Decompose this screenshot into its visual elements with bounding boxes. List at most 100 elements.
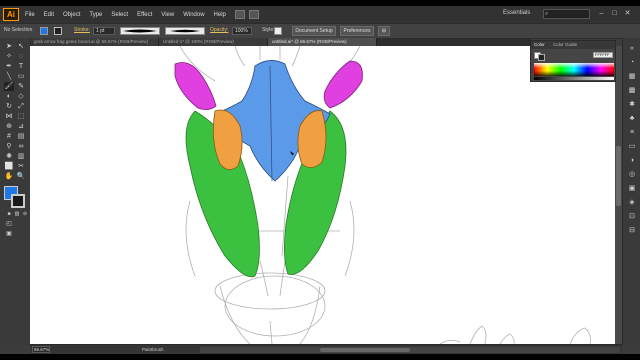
line-tool-icon[interactable]: ╲: [4, 72, 14, 81]
menu-file[interactable]: File: [25, 12, 35, 18]
lasso-icon[interactable]: ◌: [16, 52, 26, 61]
stroke-swatch[interactable]: [54, 27, 62, 35]
opacity-link[interactable]: Opacity:: [210, 27, 228, 33]
perspective-grid-icon[interactable]: ⊿: [16, 122, 26, 131]
menu-type[interactable]: Type: [89, 12, 102, 18]
tab-color[interactable]: Color: [534, 42, 545, 47]
current-tool-label: Paintbrush: [142, 347, 164, 352]
letterbox-top: [0, 0, 640, 6]
menu-view[interactable]: View: [161, 12, 174, 18]
menu-object[interactable]: Object: [63, 12, 80, 18]
magic-wand-icon[interactable]: ✧: [4, 52, 14, 61]
free-transform-icon[interactable]: ⬚: [16, 112, 26, 121]
right-dock: « ◔ ▦ ▩ ✱ ♣ ≡ ▭ ◑ ◎ ▣ ◈ ⊡ ⊟: [622, 38, 640, 345]
workspace-switcher[interactable]: Essentials: [503, 10, 530, 16]
stroke-link[interactable]: Stroke:: [74, 27, 90, 33]
arrange-documents-icon[interactable]: ⊞: [378, 26, 390, 36]
width-tool-icon[interactable]: ⋈: [4, 112, 14, 121]
vertical-scrollbar[interactable]: [615, 46, 622, 344]
rectangle-tool-icon[interactable]: ▭: [16, 72, 26, 81]
shape-builder-icon[interactable]: ⊕: [4, 122, 14, 131]
stroke-color-swatch[interactable]: [11, 194, 25, 208]
style-swatch[interactable]: [274, 27, 282, 35]
zoom-field[interactable]: 66.67%: [32, 346, 50, 353]
panel-stroke-swatch[interactable]: [538, 54, 545, 61]
none-mode-icon[interactable]: ⊘: [20, 210, 30, 219]
menu-window[interactable]: Window: [183, 12, 204, 18]
blend-tool-icon[interactable]: ∞: [16, 142, 26, 151]
bridge-icon[interactable]: [234, 10, 245, 19]
mesh-tool-icon[interactable]: #: [4, 132, 14, 141]
selection-tool-icon[interactable]: ➤: [4, 42, 14, 51]
pencil-tool-icon[interactable]: ✎: [16, 82, 26, 91]
fill-swatch[interactable]: [40, 27, 48, 35]
preferences-button[interactable]: Preferences: [340, 26, 374, 36]
illustrator-window: Ai File Edit Object Type Select Effect V…: [0, 0, 640, 360]
control-bar: No Selection Stroke: 1 pt Opacity: 100% …: [0, 23, 640, 39]
stroke-panel-icon[interactable]: ≡: [627, 128, 637, 137]
artboards-icon[interactable]: ⊡: [627, 212, 637, 221]
menu-help[interactable]: Help: [214, 12, 226, 18]
blob-brush-icon[interactable]: ◐: [4, 92, 14, 101]
search-input[interactable]: ⌕: [543, 9, 590, 19]
transparency-icon[interactable]: ◑: [627, 156, 637, 165]
tools-panel: ➤ ↖ ✧ ◌ ✒ T ╲ ▭ 🖌 ✎ ◐ ◇ ↻ ⤢ ⋈ ⬚ ⊕ ⊿ # ▤ …: [0, 38, 31, 345]
document-setup-button[interactable]: Document Setup: [292, 26, 336, 36]
appearance-icon[interactable]: ◎: [627, 170, 637, 179]
grayscale-ramp[interactable]: [534, 77, 614, 80]
slice-tool-icon[interactable]: ✂: [16, 162, 26, 171]
hex-field[interactable]: FFFFFF: [593, 52, 613, 58]
maximize-icon[interactable]: □: [610, 10, 619, 18]
collapse-panels-icon[interactable]: «: [627, 44, 637, 53]
vertical-scroll-thumb[interactable]: [616, 146, 621, 206]
variable-width-profile[interactable]: [120, 27, 160, 35]
minimize-icon[interactable]: –: [597, 10, 606, 18]
symbols-icon[interactable]: ♣: [627, 114, 637, 123]
paintbrush-tool-icon[interactable]: 🖌: [4, 82, 14, 91]
tab-color-guide[interactable]: Color Guide: [553, 42, 577, 47]
gradient-panel-icon[interactable]: ▭: [627, 142, 637, 151]
eyedropper-icon[interactable]: ⚲: [4, 142, 14, 151]
pen-tool-icon[interactable]: ✒: [4, 62, 14, 71]
graph-tool-icon[interactable]: ▥: [16, 152, 26, 161]
horizontal-scrollbar[interactable]: [200, 347, 620, 353]
tab-document-1[interactable]: grab arrow frag game board.ai @ 66.67% (…: [30, 38, 159, 46]
hand-tool-icon[interactable]: ✋: [4, 172, 14, 181]
menu-select[interactable]: Select: [111, 12, 128, 18]
menu-edit[interactable]: Edit: [44, 12, 54, 18]
color-panel-icon[interactable]: ◔: [627, 58, 637, 67]
artboard-canvas[interactable]: [30, 46, 615, 344]
opacity-field[interactable]: 100%: [232, 27, 252, 35]
drawing-artwork: [174, 46, 591, 344]
document-tabs: grab arrow frag game board.ai @ 66.67% (…: [30, 38, 530, 46]
layers-icon[interactable]: ◈: [627, 198, 637, 207]
artboard-tool-icon[interactable]: ⬜: [4, 162, 14, 171]
type-tool-icon[interactable]: T: [16, 62, 26, 71]
symbol-sprayer-icon[interactable]: ✺: [4, 152, 14, 161]
menu-bar: Ai File Edit Object Type Select Effect V…: [0, 6, 640, 23]
direct-selection-tool-icon[interactable]: ↖: [16, 42, 26, 51]
scale-tool-icon[interactable]: ⤢: [16, 102, 26, 111]
swatches-icon[interactable]: ▩: [627, 86, 637, 95]
stroke-weight-field[interactable]: 1 pt: [93, 27, 115, 35]
brushes-icon[interactable]: ✱: [627, 100, 637, 109]
close-icon[interactable]: ✕: [623, 10, 632, 18]
arrange-icon[interactable]: [248, 10, 259, 19]
tab-document-2[interactable]: Untitled-1* @ 100% (RGB/Preview): [159, 38, 268, 46]
gradient-tool-icon[interactable]: ▤: [16, 132, 26, 141]
horizontal-scroll-thumb[interactable]: [320, 348, 410, 352]
tab-document-3[interactable]: untitled.ai* @ 66.67% (RGB/Preview): [268, 38, 377, 46]
draw-mode-icon[interactable]: ◰: [4, 220, 14, 229]
search-icon: ⌕: [545, 11, 549, 17]
style-label: Style:: [262, 27, 275, 33]
screen-mode-icon[interactable]: ▣: [4, 230, 14, 239]
color-guide-icon[interactable]: ▦: [627, 72, 637, 81]
brush-definition[interactable]: [165, 27, 205, 35]
eraser-icon[interactable]: ◇: [16, 92, 26, 101]
align-icon[interactable]: ⊟: [627, 226, 637, 235]
graphic-styles-icon[interactable]: ▣: [627, 184, 637, 193]
zoom-tool-icon[interactable]: 🔍: [16, 172, 26, 181]
color-panel: Color Color Guide FFFFFF: [530, 40, 616, 82]
menu-effect[interactable]: Effect: [137, 12, 152, 18]
rotate-tool-icon[interactable]: ↻: [4, 102, 14, 111]
